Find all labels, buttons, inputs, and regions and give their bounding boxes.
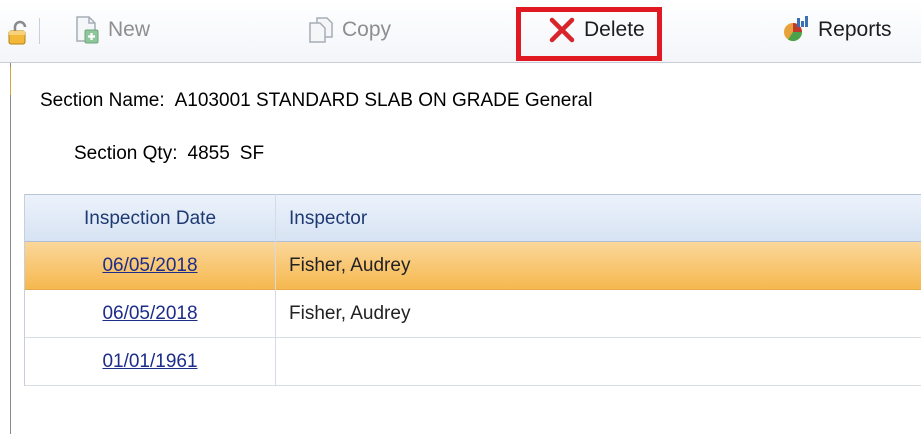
grid-header: Inspection Date Inspector: [25, 194, 921, 242]
inspector-cell: Fisher, Audrey: [289, 255, 411, 276]
copy-button[interactable]: Copy: [300, 10, 399, 50]
toolbar-separator: [39, 18, 40, 44]
section-qty-unit: SF: [239, 143, 265, 164]
table-row[interactable]: 06/05/2018 Fisher, Audrey: [25, 242, 921, 290]
copy-label: Copy: [342, 18, 392, 41]
table-row[interactable]: 06/05/2018 Fisher, Audrey: [25, 290, 921, 338]
section-name-label: Section Name:: [40, 90, 165, 111]
toolbar: New Copy Delete Reports: [0, 0, 921, 63]
inspection-grid: Inspection Date Inspector 06/05/2018 Fis…: [24, 194, 921, 386]
new-label: New: [108, 18, 151, 41]
delete-highlight-box: [516, 7, 662, 61]
new-document-icon: [76, 16, 99, 44]
section-qty-row: Section Qty: 4855 SF: [74, 143, 264, 165]
section-qty-value: 4855: [187, 143, 230, 164]
inspector-cell: Fisher, Audrey: [289, 303, 411, 324]
inspection-date-link[interactable]: 01/01/1961: [102, 351, 197, 372]
copy-icon: [309, 17, 333, 43]
lock-button[interactable]: [6, 20, 32, 46]
column-header-inspector[interactable]: Inspector: [289, 208, 909, 230]
reports-button[interactable]: Reports: [772, 10, 900, 50]
section-name-row: Section Name: A103001 STANDARD SLAB ON GR…: [40, 90, 592, 112]
new-button[interactable]: New: [66, 10, 158, 50]
left-border-line: [10, 60, 11, 434]
lock-icon: [8, 20, 27, 45]
left-border-accent: [10, 67, 11, 95]
section-name-value: A103001 STANDARD SLAB ON GRADE General: [174, 90, 593, 111]
inspection-date-link[interactable]: 06/05/2018: [102, 303, 197, 324]
table-row[interactable]: 01/01/1961: [25, 338, 921, 386]
section-qty-label: Section Qty:: [74, 143, 178, 164]
reports-icon: [784, 16, 808, 42]
reports-label: Reports: [818, 18, 892, 41]
column-header-inspection-date[interactable]: Inspection Date: [25, 208, 275, 230]
inspection-date-link[interactable]: 06/05/2018: [102, 255, 197, 276]
column-divider: [275, 194, 276, 386]
